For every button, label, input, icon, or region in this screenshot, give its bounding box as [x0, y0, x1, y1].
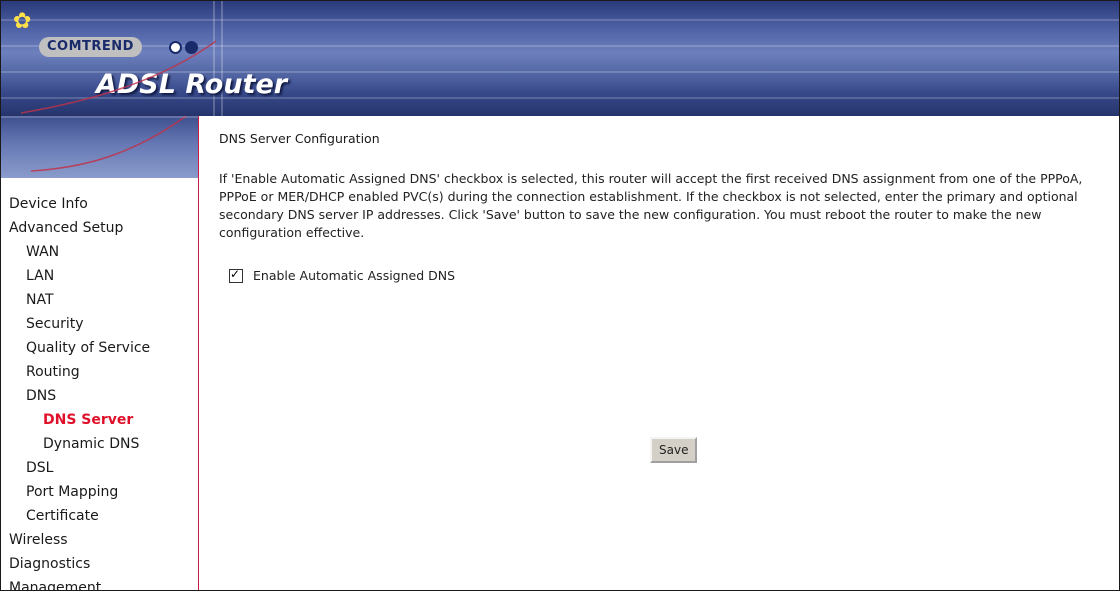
- sidebar-item-advanced-setup[interactable]: Advanced Setup: [9, 216, 150, 240]
- sidebar-nav: Device Info Advanced Setup WAN LAN NAT Securi…: [9, 192, 150, 590]
- sidebar-item-quality-of-service[interactable]: Quality of Service: [9, 336, 150, 360]
- auto-dns-label: Enable Automatic Assigned DNS: [253, 268, 456, 283]
- sidebar: Device Info Advanced Setup WAN LAN NAT Securi…: [1, 116, 199, 590]
- sidebar-item-nat[interactable]: NAT: [9, 288, 150, 312]
- header-banner: ✿ COMTREND ADSL Router: [1, 1, 1119, 116]
- sidebar-item-dns-server[interactable]: DNS Server: [9, 408, 150, 432]
- sidebar-item-wan[interactable]: WAN: [9, 240, 150, 264]
- auto-dns-checkbox[interactable]: ✓: [229, 266, 243, 283]
- banner-swoosh-graphic: [20, 40, 217, 114]
- sidebar-item-management[interactable]: Management: [9, 576, 150, 590]
- sidebar-item-device-info[interactable]: Device Info: [9, 192, 150, 216]
- page-title: DNS Server Configuration: [219, 131, 380, 146]
- sidebar-item-security[interactable]: Security: [9, 312, 150, 336]
- page-description: If 'Enable Automatic Assigned DNS' check…: [219, 171, 1083, 240]
- sidebar-item-lan[interactable]: LAN: [9, 264, 150, 288]
- save-button[interactable]: Save: [650, 437, 698, 463]
- sidebar-item-routing[interactable]: Routing: [9, 360, 150, 384]
- check-icon: ✓: [230, 266, 241, 281]
- router-config-page: ✿ COMTREND ADSL Router Device Info Advanc…: [0, 0, 1120, 591]
- sidebar-item-dns[interactable]: DNS: [9, 384, 150, 408]
- auto-dns-row: ✓ Enable Automatic Assigned DNS: [229, 266, 1104, 283]
- sidebar-item-diagnostics[interactable]: Diagnostics: [9, 552, 150, 576]
- sidebar-banner-graphic: [1, 116, 198, 178]
- sidebar-item-dsl[interactable]: DSL: [9, 456, 150, 480]
- sidebar-item-certificate[interactable]: Certificate: [9, 504, 150, 528]
- sidebar-item-dynamic-dns[interactable]: Dynamic DNS: [9, 432, 150, 456]
- main-content: DNS Server Configuration If 'Enable Auto…: [219, 131, 1104, 283]
- sidebar-item-port-mapping[interactable]: Port Mapping: [9, 480, 150, 504]
- sidebar-item-wireless[interactable]: Wireless: [9, 528, 150, 552]
